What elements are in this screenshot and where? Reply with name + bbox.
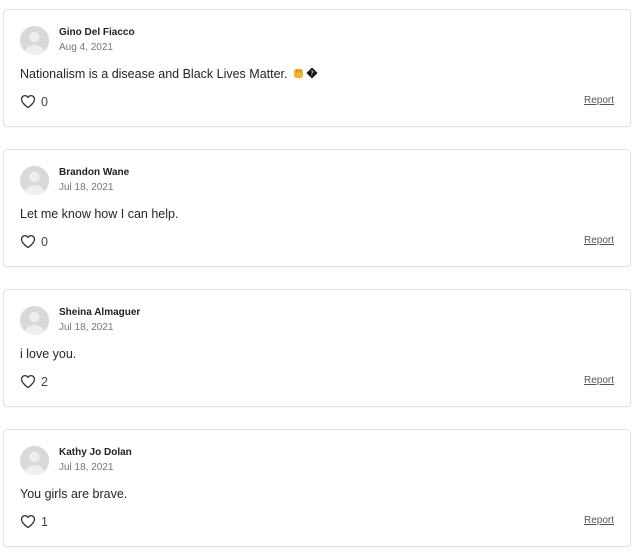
like-button[interactable] bbox=[20, 374, 36, 389]
heart-icon bbox=[20, 514, 36, 529]
user-avatar-icon bbox=[20, 26, 49, 55]
raised-fist-emoji-icon bbox=[293, 67, 304, 82]
heart-icon bbox=[20, 234, 36, 249]
like-button[interactable] bbox=[20, 234, 36, 249]
report-link[interactable]: Report bbox=[584, 375, 614, 386]
like-button[interactable] bbox=[20, 514, 36, 529]
comment-date: Jul 18, 2021 bbox=[59, 462, 114, 473]
comment-text: Nationalism is a disease and Black Lives… bbox=[20, 67, 318, 82]
avatar[interactable] bbox=[20, 26, 49, 55]
heart-icon bbox=[20, 94, 36, 109]
comment-card: Kathy Jo Dolan Jul 18, 2021 You girls ar… bbox=[3, 429, 631, 547]
comment-text-body: Nationalism is a disease and Black Lives… bbox=[20, 67, 288, 81]
comment-text: i love you. bbox=[20, 347, 77, 361]
avatar[interactable] bbox=[20, 446, 49, 475]
comment-date: Jul 18, 2021 bbox=[59, 182, 114, 193]
like-count: 0 bbox=[41, 95, 48, 109]
report-link[interactable]: Report bbox=[584, 235, 614, 246]
avatar[interactable] bbox=[20, 166, 49, 195]
report-link[interactable]: Report bbox=[584, 95, 614, 106]
like-count: 1 bbox=[41, 515, 48, 529]
avatar[interactable] bbox=[20, 306, 49, 335]
comment-date: Aug 4, 2021 bbox=[59, 42, 113, 53]
heart-icon bbox=[20, 374, 36, 389]
comment-card: Gino Del Fiacco Aug 4, 2021 Nationalism … bbox=[3, 9, 631, 127]
comment-card: Brandon Wane Jul 18, 2021 Let me know ho… bbox=[3, 149, 631, 267]
user-avatar-icon bbox=[20, 446, 49, 475]
comment-date: Jul 18, 2021 bbox=[59, 322, 114, 333]
comment-card: Sheina Almaguer Jul 18, 2021 i love you.… bbox=[3, 289, 631, 407]
like-count: 0 bbox=[41, 235, 48, 249]
user-avatar-icon bbox=[20, 166, 49, 195]
author-name[interactable]: Brandon Wane bbox=[59, 167, 129, 178]
svg-text:?: ? bbox=[310, 70, 314, 78]
missing-glyph-icon: ? bbox=[306, 67, 318, 82]
author-name[interactable]: Kathy Jo Dolan bbox=[59, 447, 132, 458]
comment-text: You girls are brave. bbox=[20, 487, 128, 501]
like-button[interactable] bbox=[20, 94, 36, 109]
author-name[interactable]: Gino Del Fiacco bbox=[59, 27, 135, 38]
comment-text: Let me know how I can help. bbox=[20, 207, 179, 221]
like-count: 2 bbox=[41, 375, 48, 389]
author-name[interactable]: Sheina Almaguer bbox=[59, 307, 140, 318]
report-link[interactable]: Report bbox=[584, 515, 614, 526]
user-avatar-icon bbox=[20, 306, 49, 335]
